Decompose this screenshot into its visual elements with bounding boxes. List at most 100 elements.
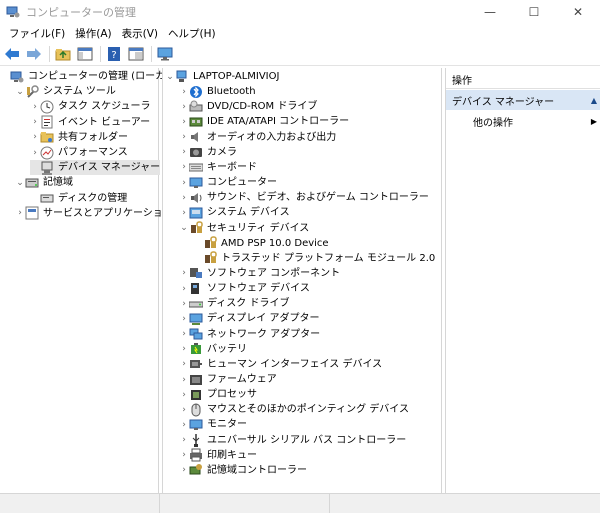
device-tree-item[interactable]: › システム デバイス: [179, 205, 290, 220]
console-tree-item[interactable]: › サービスとアプリケーション: [15, 206, 173, 221]
device-tree-item[interactable]: › ディスプレイ アダプター: [179, 311, 319, 326]
monitor-icon[interactable]: [155, 44, 175, 64]
collapsed-chevron-icon[interactable]: ›: [179, 402, 189, 417]
close-button[interactable]: ✕: [556, 0, 600, 24]
collapsed-chevron-icon[interactable]: ›: [179, 114, 189, 129]
collapsed-chevron-icon[interactable]: ›: [30, 115, 40, 130]
up-folder-icon[interactable]: [53, 44, 73, 64]
device-tree-item[interactable]: › バッテリ: [179, 342, 247, 357]
properties-icon[interactable]: [126, 44, 146, 64]
device-tree-item[interactable]: › ヒューマン インターフェイス デバイス: [179, 357, 382, 372]
collapsed-chevron-icon[interactable]: ›: [179, 190, 189, 205]
console-tree-pane[interactable]: コンピューターの管理 (ローカル) ⌄ システム ツール › タスク スケジューラ › イベ…: [0, 68, 179, 493]
collapsed-chevron-icon[interactable]: ›: [30, 145, 40, 160]
collapsed-chevron-icon[interactable]: ›: [179, 311, 189, 326]
computer-management-icon: [10, 70, 24, 84]
device-tree-item[interactable]: トラステッド プラットフォーム モジュール 2.0: [193, 251, 435, 266]
collapsed-chevron-icon[interactable]: ›: [179, 84, 189, 99]
collapsed-chevron-icon[interactable]: ›: [30, 130, 40, 145]
collapsed-chevron-icon[interactable]: ›: [179, 433, 189, 448]
collapsed-chevron-icon[interactable]: ›: [179, 387, 189, 402]
show-hide-console-tree-icon[interactable]: [75, 44, 95, 64]
collapsed-chevron-icon[interactable]: ›: [179, 342, 189, 357]
collapse-triangle-icon[interactable]: ▲: [591, 96, 597, 105]
device-tree-item[interactable]: › キーボード: [179, 160, 257, 175]
collapsed-chevron-icon[interactable]: ›: [179, 175, 189, 190]
console-tree-item[interactable]: ⌄ システム ツール: [15, 84, 116, 99]
device-tree-pane[interactable]: ⌄ LAPTOP-ALMIVIOJ › Bluetooth › DVD/CD-ROM ドラ…: [162, 68, 442, 493]
collapsed-chevron-icon[interactable]: ›: [179, 463, 189, 478]
forward-icon[interactable]: [24, 44, 44, 64]
device-tree-item[interactable]: › ソフトウェア コンポーネント: [179, 266, 340, 281]
device-tree-item[interactable]: › モニター: [179, 417, 247, 432]
device-tree-item[interactable]: › オーディオの入力および出力: [179, 130, 336, 145]
actions-section-device-manager[interactable]: デバイス マネージャー ▲: [446, 90, 600, 110]
collapsed-chevron-icon[interactable]: ›: [179, 160, 189, 175]
toolbar-separator: [49, 45, 50, 62]
collapsed-chevron-icon[interactable]: ›: [179, 145, 189, 160]
collapsed-chevron-icon[interactable]: ›: [179, 281, 189, 296]
expanded-chevron-icon[interactable]: ⌄: [15, 84, 25, 99]
device-tree-item[interactable]: › ディスク ドライブ: [179, 296, 289, 311]
device-tree-item-label: トラステッド プラットフォーム モジュール 2.0: [221, 252, 436, 264]
svg-text:?: ?: [111, 50, 116, 61]
collapsed-chevron-icon[interactable]: ›: [179, 417, 189, 432]
device-tree-item-label: カメラ: [207, 146, 237, 158]
menu-help[interactable]: ヘルプ(H): [163, 26, 221, 41]
maximize-button[interactable]: ☐: [512, 0, 556, 24]
console-tree-item[interactable]: デバイス マネージャー: [30, 160, 161, 176]
console-tree-item[interactable]: コンピューターの管理 (ローカル): [0, 69, 179, 84]
collapsed-chevron-icon[interactable]: ›: [179, 296, 189, 311]
collapsed-chevron-icon[interactable]: ›: [179, 327, 189, 342]
back-icon[interactable]: [2, 44, 22, 64]
usb-icon: [189, 433, 203, 448]
menu-view[interactable]: 表示(V): [117, 26, 163, 41]
collapsed-chevron-icon[interactable]: ›: [179, 357, 189, 372]
device-tree-item[interactable]: › コンピューター: [179, 175, 277, 190]
device-tree-item[interactable]: › マウスとそのほかのポインティング デバイス: [179, 402, 409, 417]
menu-file[interactable]: ファイル(F): [4, 26, 70, 41]
collapsed-chevron-icon[interactable]: ›: [179, 448, 189, 463]
console-tree-item[interactable]: › パフォーマンス: [30, 145, 128, 160]
security-device-icon: [189, 221, 203, 235]
collapsed-chevron-icon[interactable]: ›: [179, 372, 189, 387]
device-tree-item[interactable]: › ネットワーク アダプター: [179, 327, 320, 342]
minimize-button[interactable]: —: [468, 0, 512, 24]
menu-action[interactable]: 操作(A): [70, 26, 116, 41]
ide-controller-icon: [189, 115, 203, 129]
collapsed-chevron-icon[interactable]: ›: [179, 266, 189, 281]
collapsed-chevron-icon[interactable]: ›: [179, 99, 189, 114]
console-tree-item[interactable]: › イベント ビューアー: [30, 115, 150, 130]
device-tree-item[interactable]: › ソフトウェア デバイス: [179, 281, 310, 296]
device-tree-item[interactable]: › DVD/CD-ROM ドライブ: [179, 99, 317, 114]
device-tree-item-label: ユニバーサル シリアル バス コントローラー: [207, 434, 407, 446]
actions-pane: 操作 デバイス マネージャー ▲ 他の操作 ▶: [445, 68, 600, 493]
collapsed-chevron-icon[interactable]: ›: [30, 99, 40, 114]
collapsed-chevron-icon[interactable]: ›: [15, 206, 25, 221]
help-icon[interactable]: ?: [104, 44, 124, 64]
expanded-chevron-icon[interactable]: ⌄: [179, 221, 189, 236]
device-tree-item[interactable]: ⌄ LAPTOP-ALMIVIOJ: [165, 69, 279, 84]
battery-icon: [189, 342, 203, 356]
device-tree-item[interactable]: › 印刷キュー: [179, 448, 257, 463]
device-tree-item[interactable]: › ファームウェア: [179, 372, 277, 387]
device-tree-item[interactable]: › カメラ: [179, 145, 237, 160]
device-tree-item[interactable]: › IDE ATA/ATAPI コントローラー: [179, 114, 349, 129]
expanded-chevron-icon[interactable]: ⌄: [15, 175, 25, 190]
device-tree-item[interactable]: › Bluetooth: [179, 84, 256, 99]
device-tree-item[interactable]: ⌄ セキュリティ デバイス: [179, 221, 309, 236]
device-tree-item[interactable]: › ユニバーサル シリアル バス コントローラー: [179, 433, 406, 448]
device-tree-item[interactable]: › 記憶域コントローラー: [179, 463, 307, 478]
console-tree-item[interactable]: › タスク スケジューラ: [30, 99, 150, 114]
collapsed-chevron-icon[interactable]: ›: [179, 205, 189, 220]
collapsed-chevron-icon[interactable]: ›: [179, 130, 189, 145]
console-tree-item[interactable]: › 共有フォルダー: [30, 130, 128, 145]
actions-more-item[interactable]: 他の操作 ▶: [446, 112, 600, 130]
device-tree-item[interactable]: › サウンド、ビデオ、およびゲーム コントローラー: [179, 190, 429, 205]
toolbar: ?: [0, 42, 600, 66]
device-tree-item[interactable]: › プロセッサ: [179, 387, 257, 402]
device-tree-item[interactable]: AMD PSP 10.0 Device: [193, 236, 329, 251]
console-tree-item[interactable]: ⌄ 記憶域: [15, 175, 73, 190]
expanded-chevron-icon[interactable]: ⌄: [165, 69, 175, 84]
console-tree-item[interactable]: ディスクの管理: [30, 191, 127, 206]
